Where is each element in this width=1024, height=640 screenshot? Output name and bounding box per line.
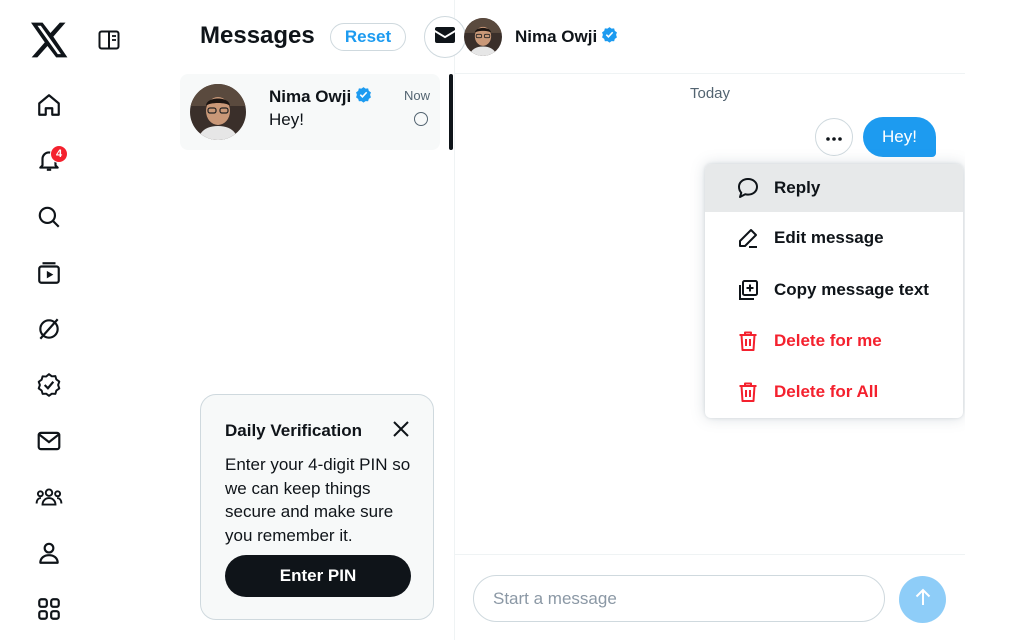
primary-nav: 4 <box>0 0 180 640</box>
nav-notifications[interactable]: 4 <box>30 143 68 181</box>
contact-name-text: Nima Owji <box>515 27 598 46</box>
close-icon[interactable] <box>389 417 413 441</box>
message-more-button[interactable] <box>815 118 853 156</box>
send-button[interactable] <box>899 576 946 623</box>
message-composer <box>455 554 965 640</box>
scrollbar[interactable] <box>449 74 453 150</box>
mail-icon <box>36 428 62 459</box>
menu-item-label: Reply <box>774 178 821 197</box>
nav-grok[interactable] <box>30 312 68 350</box>
messages-title: Messages <box>200 22 315 49</box>
trash-icon <box>735 379 761 405</box>
notification-count-badge: 4 <box>50 145 68 163</box>
messages-header: Messages Reset <box>200 16 466 60</box>
avatar[interactable] <box>464 18 502 56</box>
menu-item-label: Copy message text <box>774 280 929 299</box>
grid-icon <box>36 596 62 627</box>
read-status-icon <box>414 112 428 126</box>
trash-icon <box>735 328 761 354</box>
contact-name[interactable]: Nima Owji <box>515 26 618 48</box>
nav-explore[interactable] <box>30 200 68 238</box>
verified-check-icon <box>355 86 372 108</box>
conversation-name: Nima Owji <box>269 86 372 108</box>
message-context-menu: Reply Edit message Copy message text Del… <box>705 164 963 418</box>
verified-check-icon <box>601 26 618 48</box>
more-dots-icon <box>826 128 842 146</box>
conversation-name-text: Nima Owji <box>269 87 352 106</box>
menu-item-delete-for-all[interactable]: Delete for All <box>705 368 963 416</box>
conversation-header: Nima Owji <box>455 0 965 74</box>
verification-title: Daily Verification <box>225 421 362 440</box>
right-gutter <box>965 0 1024 640</box>
conversation-snippet: Hey! <box>269 110 304 129</box>
arrow-up-icon <box>913 587 933 612</box>
nav-profile[interactable] <box>30 536 68 574</box>
menu-item-label: Delete for me <box>774 331 882 350</box>
menu-item-reply[interactable]: Reply <box>705 164 963 212</box>
video-icon <box>36 260 62 291</box>
menu-item-copy[interactable]: Copy message text <box>705 266 963 314</box>
avatar <box>190 84 246 140</box>
nav-home[interactable] <box>30 88 68 126</box>
menu-item-edit[interactable]: Edit message <box>705 214 963 262</box>
reset-button[interactable]: Reset <box>330 23 406 51</box>
copy-icon <box>735 277 761 303</box>
conversation-item[interactable]: Nima Owji Hey! Now <box>180 74 440 150</box>
nav-video[interactable] <box>30 256 68 294</box>
nav-verified[interactable] <box>30 368 68 406</box>
message-bubble[interactable]: Hey! <box>863 117 936 157</box>
enter-pin-button[interactable]: Enter PIN <box>225 555 411 597</box>
grok-icon <box>36 316 62 347</box>
reply-bubble-icon <box>735 175 761 201</box>
home-icon <box>36 92 62 123</box>
sidebar-collapse-icon[interactable] <box>96 28 122 52</box>
verification-body: Enter your 4-digit PIN so we can keep th… <box>225 455 411 545</box>
search-icon <box>36 204 62 235</box>
menu-item-label: Edit message <box>774 228 884 247</box>
menu-item-delete-for-me[interactable]: Delete for me <box>705 317 963 365</box>
pencil-icon <box>735 225 761 251</box>
conversation-panel: Nima Owji Today Hey! Reply Edit message <box>455 0 965 640</box>
person-icon <box>36 540 62 571</box>
messages-panel: Messages Reset Nima Owji Hey! Now Daily … <box>180 0 466 640</box>
nav-communities[interactable] <box>30 480 68 518</box>
x-logo-icon[interactable] <box>30 20 70 60</box>
daily-verification-card: Daily Verification Enter your 4-digit PI… <box>200 394 434 620</box>
menu-item-label: Delete for All <box>774 382 879 401</box>
communities-icon <box>35 484 63 515</box>
day-separator: Today <box>689 85 731 102</box>
verified-badge-icon <box>36 372 62 403</box>
envelope-icon <box>434 26 456 49</box>
nav-messages[interactable] <box>30 424 68 462</box>
nav-more[interactable] <box>30 592 68 630</box>
conversation-time: Now <box>403 88 430 103</box>
message-input[interactable] <box>473 575 885 622</box>
